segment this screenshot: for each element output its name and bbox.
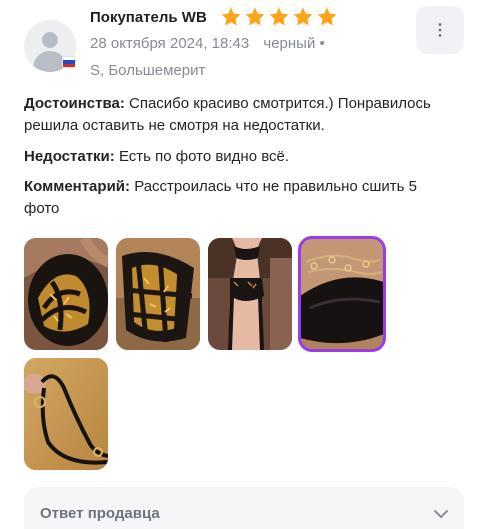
meta-separator: • (319, 35, 325, 52)
more-vertical-icon (438, 23, 442, 37)
product-color: черный (263, 35, 316, 52)
russia-flag-icon (62, 56, 76, 68)
cons-text: Есть по фото видно всё. (118, 148, 290, 165)
cons-label: Недостатки: (24, 148, 115, 165)
author-name: Покупатель WB (90, 9, 207, 26)
seller-reply-label: Ответ продавца (40, 505, 160, 522)
review-header: Покупатель WB 28 октября 2024, 18:43 чер… (24, 6, 464, 82)
review-cons: Недостатки: Есть по фото видно всё. (24, 146, 460, 168)
star-icon (269, 7, 289, 26)
more-options-button[interactable] (416, 6, 464, 54)
star-icon (221, 7, 241, 26)
chevron-down-icon (434, 510, 448, 518)
review-photo-5[interactable] (24, 358, 108, 470)
review-photo-3[interactable] (208, 238, 292, 350)
review-photo-1[interactable] (24, 238, 108, 350)
pros-label: Достоинства: (24, 95, 125, 112)
review-photo-4[interactable] (298, 236, 386, 352)
review-comment: Комментарий: Расстроилась что не правиль… (24, 176, 454, 220)
seller-reply-toggle[interactable]: Ответ продавца (24, 487, 464, 529)
review-pros: Достоинства: Спасибо красиво смотрится.)… (24, 93, 460, 137)
star-icon (293, 7, 313, 26)
review-meta: 28 октября 2024, 18:43 черный • (90, 35, 325, 52)
review-photo-2[interactable] (116, 238, 200, 350)
rating-stars (220, 6, 338, 28)
star-icon (245, 7, 265, 26)
product-size: S, Большемерит (90, 62, 206, 79)
star-icon (317, 7, 337, 26)
review-date: 28 октября 2024, 18:43 (90, 35, 250, 52)
comment-label: Комментарий: (24, 178, 131, 195)
